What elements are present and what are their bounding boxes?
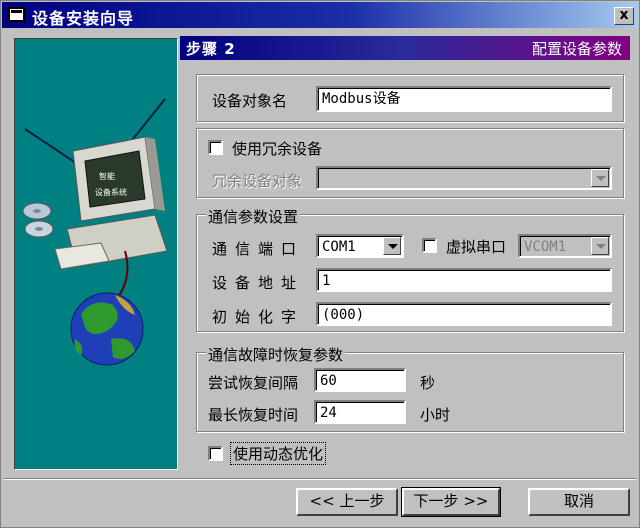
- window-title: 设备安装向导: [32, 9, 135, 28]
- virtual-serial-label: 虚拟串口: [446, 238, 507, 256]
- init-string-input[interactable]: (000): [316, 302, 612, 326]
- dynamic-optimization-checkbox[interactable]: [208, 446, 223, 461]
- virtual-serial-value: VCOM1: [524, 239, 567, 255]
- step-title: 配置设备参数: [531, 40, 622, 58]
- comm-params-title: 通信参数设置: [206, 206, 301, 227]
- retry-interval-input[interactable]: 60: [314, 368, 406, 392]
- next-button[interactable]: 下一步 >>: [401, 487, 501, 517]
- monitor-text-2: 设备系统: [95, 187, 127, 197]
- redundant-object-dropdown-icon[interactable]: [591, 169, 609, 187]
- window-icon: [8, 7, 25, 22]
- cancel-button[interactable]: 取消: [528, 488, 630, 516]
- footer-divider: [4, 478, 636, 480]
- monitor-text-1: 智能: [99, 171, 115, 181]
- redundant-object-select[interactable]: [316, 166, 612, 190]
- dynamic-optimization-label: 使用动态优化: [230, 442, 327, 465]
- port-label: 通信端口: [212, 240, 305, 258]
- virtual-serial-select[interactable]: VCOM1: [518, 234, 612, 258]
- close-button[interactable]: x: [614, 7, 634, 25]
- back-button[interactable]: << 上一步: [296, 488, 398, 516]
- use-redundancy-label: 使用冗余设备: [232, 140, 323, 158]
- port-value: COM1: [322, 239, 356, 255]
- port-select[interactable]: COM1: [316, 234, 404, 258]
- max-recovery-label: 最长恢复时间: [208, 406, 299, 424]
- retry-interval-unit: 秒: [420, 374, 436, 392]
- computer-globe-illustration: 智能 设备系统: [22, 98, 168, 366]
- illustration-panel: 智能 设备系统: [14, 38, 178, 470]
- device-name-input[interactable]: Modbus设备: [316, 86, 612, 112]
- step-label: 步骤 2: [186, 40, 236, 58]
- recovery-title: 通信故障时恢复参数: [206, 344, 346, 365]
- title-bar: 设备安装向导 x: [2, 2, 638, 28]
- redundant-object-label: 冗余设备对象: [212, 172, 303, 190]
- init-string-label: 初始化字: [212, 308, 305, 326]
- port-dropdown-icon[interactable]: [383, 237, 401, 255]
- address-input[interactable]: 1: [316, 268, 612, 292]
- retry-interval-label: 尝试恢复间隔: [208, 374, 299, 392]
- device-name-label: 设备对象名: [212, 92, 288, 110]
- use-redundancy-checkbox[interactable]: [208, 140, 223, 155]
- max-recovery-input[interactable]: 24: [314, 400, 406, 424]
- max-recovery-unit: 小时: [420, 406, 451, 424]
- virtual-serial-checkbox[interactable]: [422, 238, 437, 253]
- virtual-serial-dropdown-icon[interactable]: [591, 237, 609, 255]
- address-label: 设备地址: [212, 274, 305, 292]
- step-header: 步骤 2 配置设备参数: [180, 36, 630, 60]
